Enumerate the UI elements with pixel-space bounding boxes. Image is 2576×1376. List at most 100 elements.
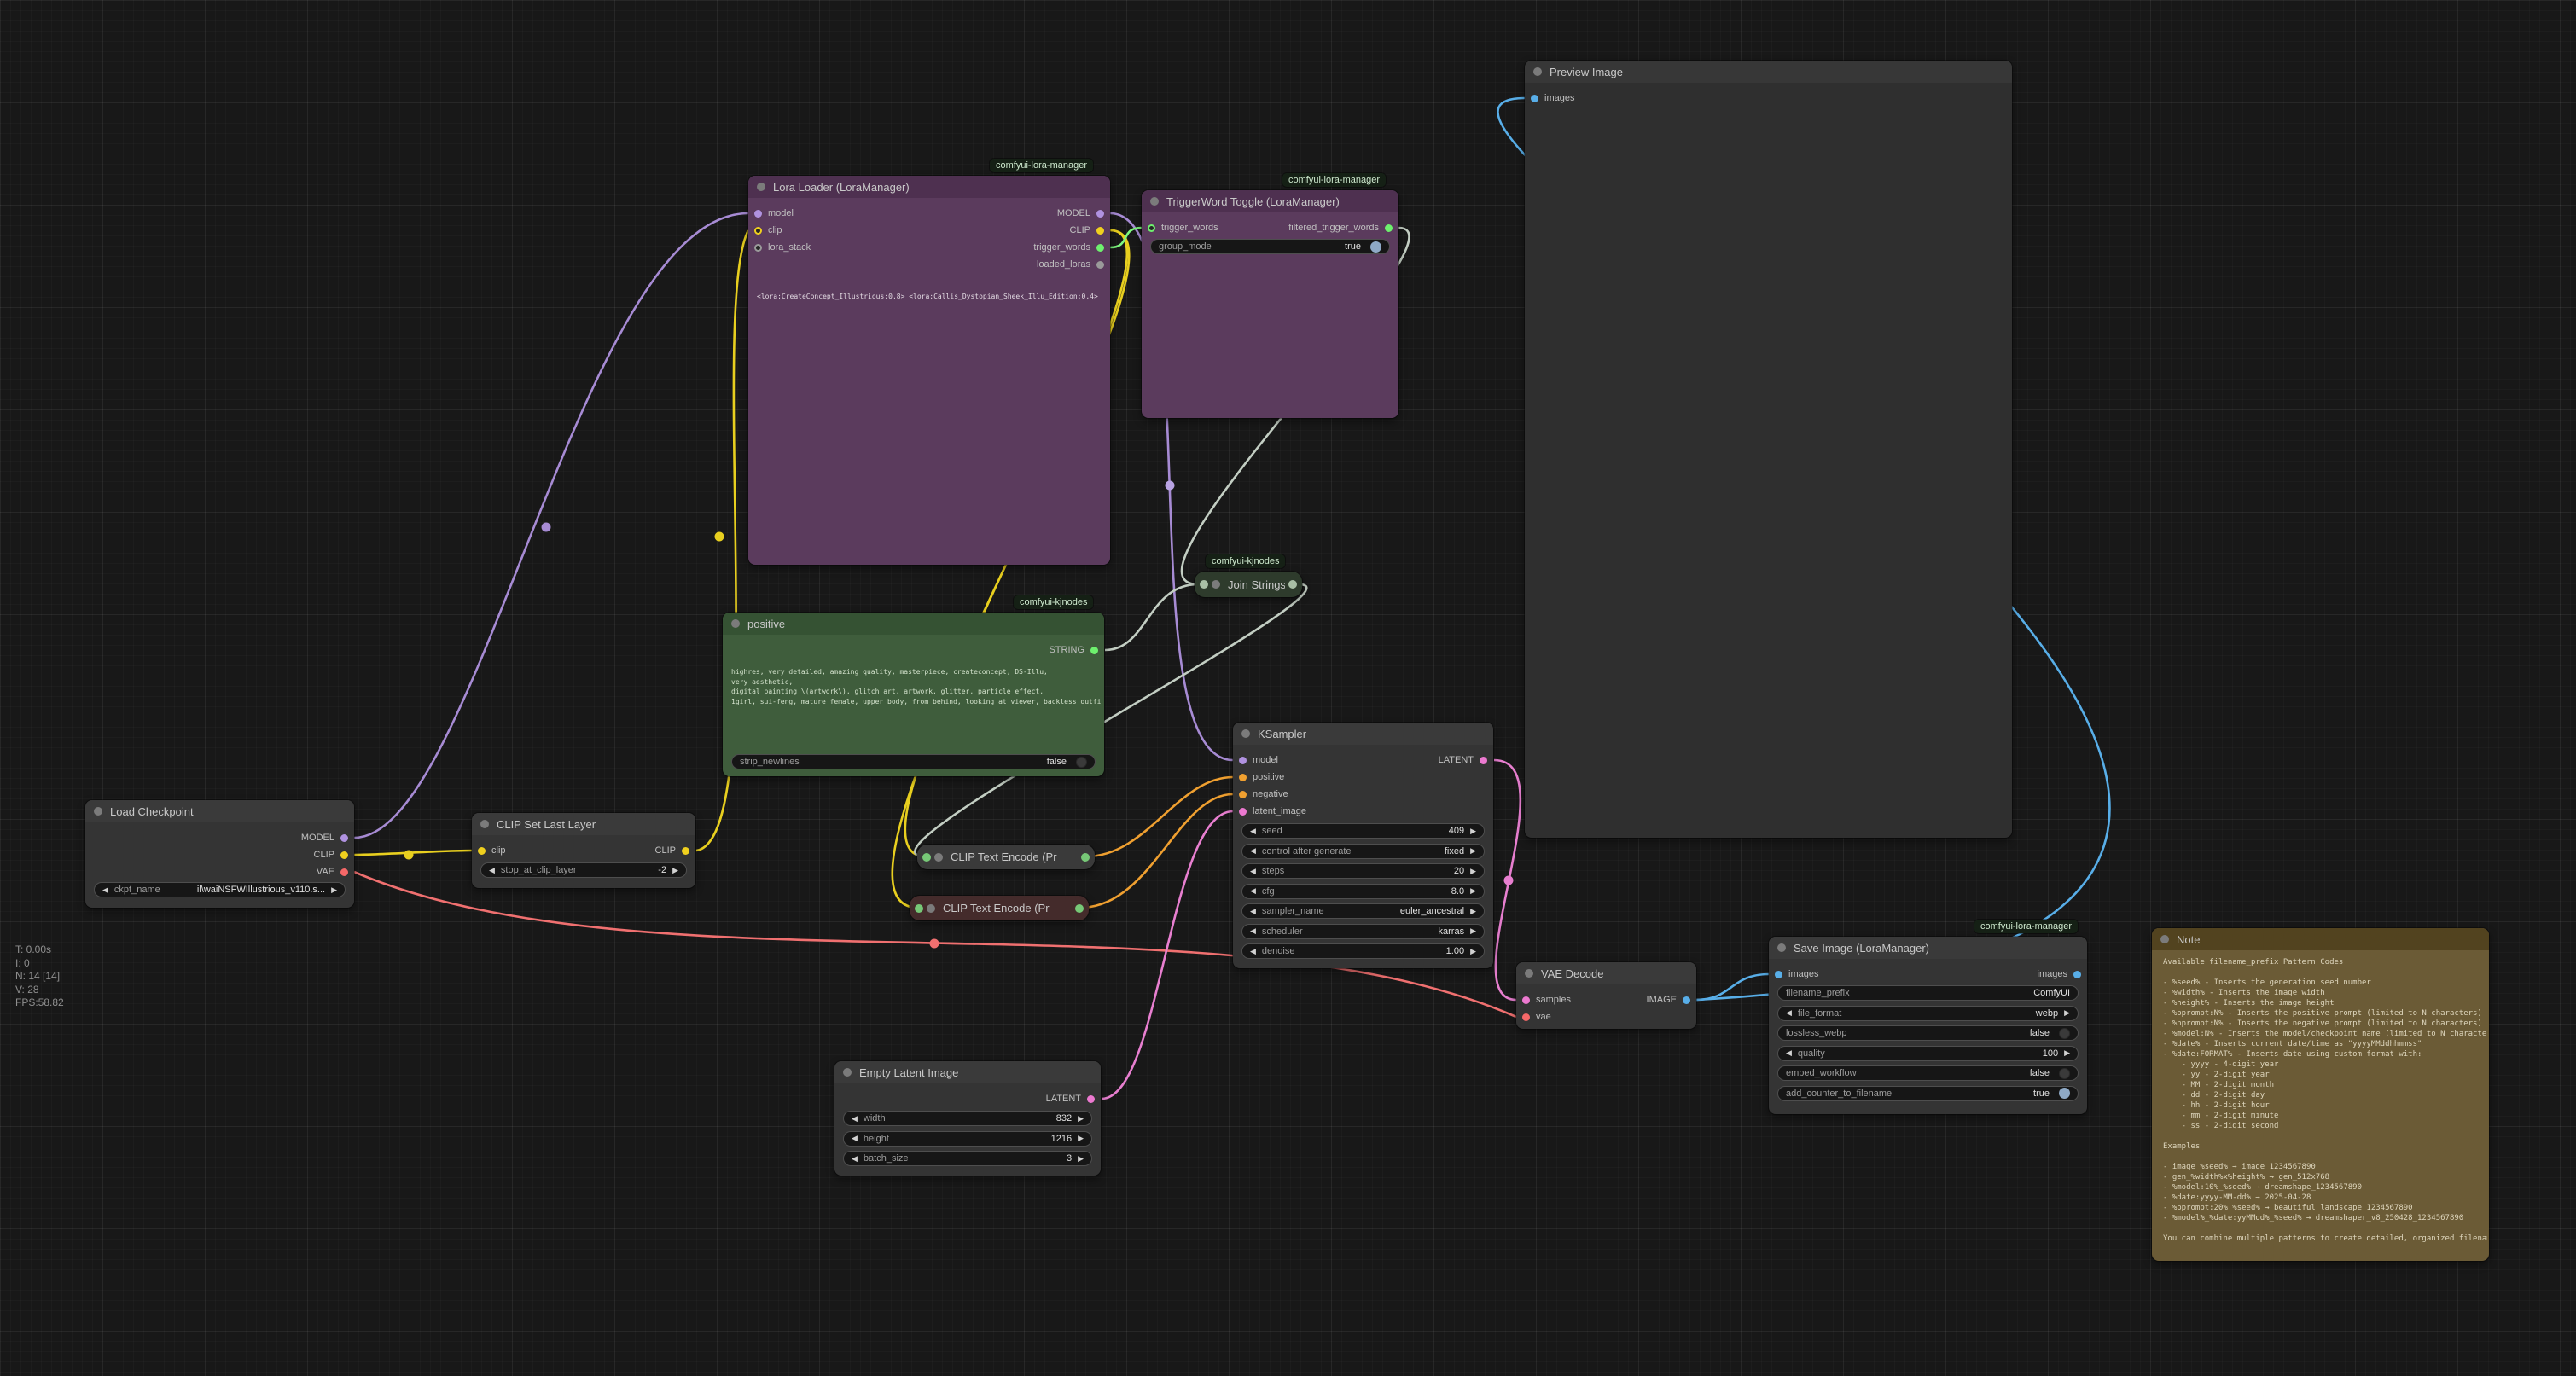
note-node[interactable]: NoteAvailable filename_prefix Pattern Co… — [2152, 928, 2489, 1261]
clip-text-encode-negative-output-dot[interactable] — [1075, 904, 1084, 913]
positive-prompt-header[interactable]: positive — [723, 613, 1104, 635]
LATENT-output-dot[interactable] — [1480, 757, 1487, 764]
ksampler-widget-steps[interactable]: ◀steps20▶ — [1241, 863, 1485, 879]
triggerword-toggle-widget-group-mode[interactable]: group_modetrue — [1150, 239, 1390, 254]
filtered_trigger_words-output-dot[interactable] — [1385, 224, 1393, 232]
lora-loader-output-loaded_loras[interactable]: loaded_loras — [1037, 256, 1104, 273]
save-image-widget-file-format[interactable]: ◀file_formatwebp▶ — [1777, 1006, 2079, 1021]
join-strings-node[interactable]: Join Strings — [1195, 572, 1302, 597]
clip-input-dot[interactable] — [478, 847, 486, 855]
increment-arrow-icon[interactable]: ▶ — [1078, 1115, 1084, 1123]
toggle-circle-icon[interactable] — [1076, 757, 1087, 768]
MODEL-output-dot[interactable] — [340, 834, 348, 842]
positive-prompt-widget-strip-newlines[interactable]: strip_newlinesfalse — [731, 754, 1096, 769]
clip-input-dot[interactable] — [754, 227, 762, 235]
toggle-circle-icon[interactable] — [2059, 1028, 2070, 1039]
node-graph-canvas[interactable]: Load CheckpointMODELCLIPVAE◀ckpt_nameil\… — [0, 0, 2576, 1376]
decrement-arrow-icon[interactable]: ◀ — [1250, 927, 1256, 935]
clip-text-encode-negative-input-dot[interactable] — [915, 904, 923, 913]
join-strings-input-dot[interactable] — [1200, 580, 1208, 589]
ksampler-widget-seed[interactable]: ◀seed409▶ — [1241, 823, 1485, 839]
ksampler-widget-cfg[interactable]: ◀cfg8.0▶ — [1241, 884, 1485, 899]
clip-set-last-layer-output-CLIP[interactable]: CLIP — [655, 842, 689, 859]
lora-loader-node[interactable]: Lora Loader (LoraManager)modelcliplora_s… — [748, 176, 1110, 565]
ksampler-input-model[interactable]: model — [1239, 752, 1278, 769]
lora-loader-output-MODEL[interactable]: MODEL — [1057, 205, 1104, 222]
decrement-arrow-icon[interactable]: ◀ — [852, 1135, 858, 1142]
collapse-toggle-icon[interactable] — [1241, 729, 1250, 738]
save-image-widget-quality[interactable]: ◀quality100▶ — [1777, 1046, 2079, 1061]
toggle-circle-icon[interactable] — [2059, 1088, 2070, 1099]
negative-input-dot[interactable] — [1239, 791, 1247, 798]
save-image-header[interactable]: Save Image (LoraManager) — [1769, 937, 2087, 959]
clip-set-last-layer-input-clip[interactable]: clip — [478, 842, 506, 859]
lora-loader-output-trigger_words[interactable]: trigger_words — [1033, 239, 1104, 256]
ksampler-widget-sampler-name[interactable]: ◀sampler_nameeuler_ancestral▶ — [1241, 903, 1485, 919]
preview-image-node[interactable]: Preview Imageimages — [1525, 61, 2012, 838]
collapse-toggle-icon[interactable] — [843, 1068, 852, 1077]
collapse-toggle-icon[interactable] — [1525, 969, 1533, 978]
model-input-dot[interactable] — [1239, 757, 1247, 764]
trigger_words-output-dot[interactable] — [1096, 244, 1104, 252]
clip-text-encode-negative-node[interactable]: CLIP Text Encode (Pr — [910, 896, 1089, 920]
collapse-toggle-icon[interactable] — [1533, 67, 1542, 76]
CLIP-output-dot[interactable] — [682, 847, 689, 855]
vae-decode-header[interactable]: VAE Decode — [1516, 962, 1696, 984]
collapse-toggle-icon[interactable] — [480, 820, 489, 828]
toggle-circle-icon[interactable] — [1370, 241, 1381, 253]
CLIP-output-dot[interactable] — [1096, 227, 1104, 235]
decrement-arrow-icon[interactable]: ◀ — [1250, 868, 1256, 875]
images-input-dot[interactable] — [1775, 971, 1782, 978]
latent_image-input-dot[interactable] — [1239, 808, 1247, 816]
vae-input-dot[interactable] — [1522, 1013, 1530, 1021]
ksampler-header[interactable]: KSampler — [1233, 723, 1493, 745]
lora-loader-input-clip[interactable]: clip — [754, 222, 782, 239]
triggerword-toggle-node[interactable]: TriggerWord Toggle (LoraManager)trigger_… — [1142, 190, 1398, 418]
ksampler-node[interactable]: KSamplermodelpositivenegativelatent_imag… — [1233, 723, 1493, 968]
VAE-output-dot[interactable] — [340, 868, 348, 876]
preview-image-input-images[interactable]: images — [1531, 90, 1574, 107]
positive-prompt-node[interactable]: positiveSTRINGstrip_newlinesfalsehighres… — [723, 613, 1104, 776]
increment-arrow-icon[interactable]: ▶ — [1470, 948, 1476, 955]
ksampler-widget-denoise[interactable]: ◀denoise1.00▶ — [1241, 943, 1485, 959]
decrement-arrow-icon[interactable]: ◀ — [1250, 908, 1256, 915]
lora-loader-input-model[interactable]: model — [754, 205, 794, 222]
clip-set-last-layer-node[interactable]: CLIP Set Last LayerclipCLIP◀stop_at_clip… — [472, 813, 695, 888]
save-image-widget-add-counter-to-filename[interactable]: add_counter_to_filenametrue — [1777, 1086, 2079, 1101]
vae-decode-output-IMAGE[interactable]: IMAGE — [1647, 991, 1690, 1008]
clip-text-encode-positive-node[interactable]: CLIP Text Encode (Pr — [917, 845, 1095, 869]
clip-text-encode-positive-input-dot[interactable] — [922, 853, 931, 862]
lora_stack-input-dot[interactable] — [754, 244, 762, 252]
save-image-widget-filename-prefix[interactable]: filename_prefixComfyUI — [1777, 985, 2079, 1001]
increment-arrow-icon[interactable]: ▶ — [1470, 908, 1476, 915]
lora-loader-header[interactable]: Lora Loader (LoraManager) — [748, 176, 1110, 198]
CLIP-output-dot[interactable] — [340, 851, 348, 859]
triggerword-toggle-input-trigger_words[interactable]: trigger_words — [1148, 219, 1218, 236]
collapse-toggle-icon[interactable] — [757, 183, 765, 191]
collapse-toggle-icon[interactable] — [1150, 197, 1159, 206]
load-checkpoint-node[interactable]: Load CheckpointMODELCLIPVAE◀ckpt_nameil\… — [85, 800, 354, 908]
collapse-toggle-icon[interactable] — [731, 619, 740, 628]
empty-latent-image-widget-batch-size[interactable]: ◀batch_size3▶ — [843, 1151, 1092, 1166]
note-header[interactable]: Note — [2152, 928, 2489, 950]
samples-input-dot[interactable] — [1522, 996, 1530, 1004]
clip-set-last-layer-header[interactable]: CLIP Set Last Layer — [472, 813, 695, 835]
empty-latent-image-header[interactable]: Empty Latent Image — [834, 1061, 1101, 1083]
increment-arrow-icon[interactable]: ▶ — [331, 886, 337, 894]
increment-arrow-icon[interactable]: ▶ — [1470, 868, 1476, 875]
save-image-widget-embed-workflow[interactable]: embed_workflowfalse — [1777, 1065, 2079, 1081]
loaded_loras-output-dot[interactable] — [1096, 261, 1104, 269]
model-input-dot[interactable] — [754, 210, 762, 218]
decrement-arrow-icon[interactable]: ◀ — [102, 886, 108, 894]
load-checkpoint-output-MODEL[interactable]: MODEL — [301, 829, 348, 846]
decrement-arrow-icon[interactable]: ◀ — [1786, 1049, 1792, 1057]
increment-arrow-icon[interactable]: ▶ — [2064, 1009, 2070, 1017]
save-image-input-images[interactable]: images — [1775, 966, 1818, 983]
clip-text-encode-positive-output-dot[interactable] — [1081, 853, 1090, 862]
triggerword-toggle-output-filtered_trigger_words[interactable]: filtered_trigger_words — [1288, 219, 1393, 236]
collapse-toggle-icon[interactable] — [927, 904, 935, 913]
empty-latent-image-widget-height[interactable]: ◀height1216▶ — [843, 1131, 1092, 1147]
decrement-arrow-icon[interactable]: ◀ — [1250, 847, 1256, 855]
increment-arrow-icon[interactable]: ▶ — [2064, 1049, 2070, 1057]
positive-input-dot[interactable] — [1239, 774, 1247, 781]
